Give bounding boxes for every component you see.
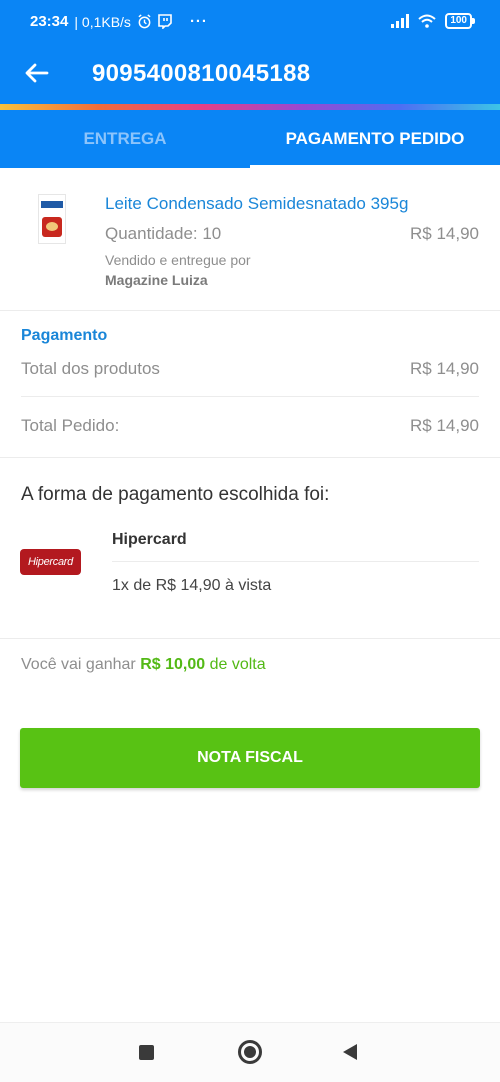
home-icon[interactable] bbox=[238, 1040, 262, 1064]
total-order-value: R$ 14,90 bbox=[410, 416, 479, 435]
installment-text: 1x de R$ 14,90 à vista bbox=[112, 577, 272, 594]
signal-icon bbox=[391, 14, 410, 28]
status-time: 23:34 bbox=[30, 13, 69, 30]
hipercard-logo: Hipercard bbox=[20, 549, 81, 575]
card-divider bbox=[112, 561, 479, 562]
alarm-icon bbox=[138, 14, 151, 29]
tab-pagamento-pedido[interactable]: PAGAMENTO PEDIDO bbox=[250, 110, 500, 168]
product-item: Leite Condensado Semidesnatado 395g Quan… bbox=[0, 168, 500, 311]
product-price: R$ 14,90 bbox=[410, 224, 479, 243]
order-number-title: 9095400810045188 bbox=[92, 60, 311, 87]
status-left: 23:34 | 0,1KB/s ··· bbox=[30, 13, 208, 30]
total-order-label: Total Pedido: bbox=[21, 416, 120, 435]
wifi-icon bbox=[418, 14, 436, 28]
cashback-prefix: Você vai ganhar bbox=[21, 656, 136, 673]
cashback-amount: R$ 10,00 bbox=[140, 656, 206, 673]
summary-divider bbox=[21, 396, 479, 397]
tab-entrega[interactable]: ENTREGA bbox=[0, 110, 250, 168]
total-products-value: R$ 14,90 bbox=[410, 359, 479, 378]
payment-summary: Pagamento Total dos produtos R$ 14,90 To… bbox=[0, 311, 500, 458]
product-image bbox=[38, 194, 66, 244]
nota-fiscal-button[interactable]: NOTA FISCAL bbox=[20, 728, 480, 788]
cashback-suffix: de volta bbox=[209, 656, 266, 673]
system-nav-bar bbox=[0, 1022, 500, 1082]
app-bar: 9095400810045188 bbox=[0, 46, 500, 104]
more-notifications-icon: ··· bbox=[189, 13, 208, 30]
recent-apps-icon[interactable] bbox=[139, 1045, 154, 1060]
back-arrow-icon[interactable] bbox=[22, 58, 52, 88]
seller-name: Magazine Luiza bbox=[105, 272, 208, 288]
payment-method-heading: A forma de pagamento escolhida foi: bbox=[21, 484, 330, 505]
status-right: 100 bbox=[391, 13, 475, 29]
battery-icon: 100 bbox=[445, 13, 475, 29]
payment-title: Pagamento bbox=[21, 327, 108, 344]
twitch-icon bbox=[158, 14, 172, 29]
card-name: Hipercard bbox=[112, 531, 187, 548]
app-header: 23:34 | 0,1KB/s ··· 100 9095400810045188 bbox=[0, 0, 500, 110]
seller-label: Vendido e entregue por bbox=[105, 252, 251, 268]
payment-method: A forma de pagamento escolhida foi: Hipe… bbox=[0, 458, 500, 639]
cashback-message: Você vai ganhar R$ 10,00 de volta bbox=[21, 656, 266, 674]
tab-bar: ENTREGA PAGAMENTO PEDIDO bbox=[0, 110, 500, 168]
product-name-link[interactable]: Leite Condensado Semidesnatado 395g bbox=[105, 194, 408, 214]
status-bar: 23:34 | 0,1KB/s ··· 100 bbox=[0, 0, 500, 46]
system-back-icon[interactable] bbox=[343, 1044, 357, 1060]
total-products-label: Total dos produtos bbox=[21, 359, 160, 378]
product-quantity: Quantidade: 10 bbox=[105, 224, 222, 243]
network-speed: | 0,1KB/s bbox=[74, 13, 131, 30]
